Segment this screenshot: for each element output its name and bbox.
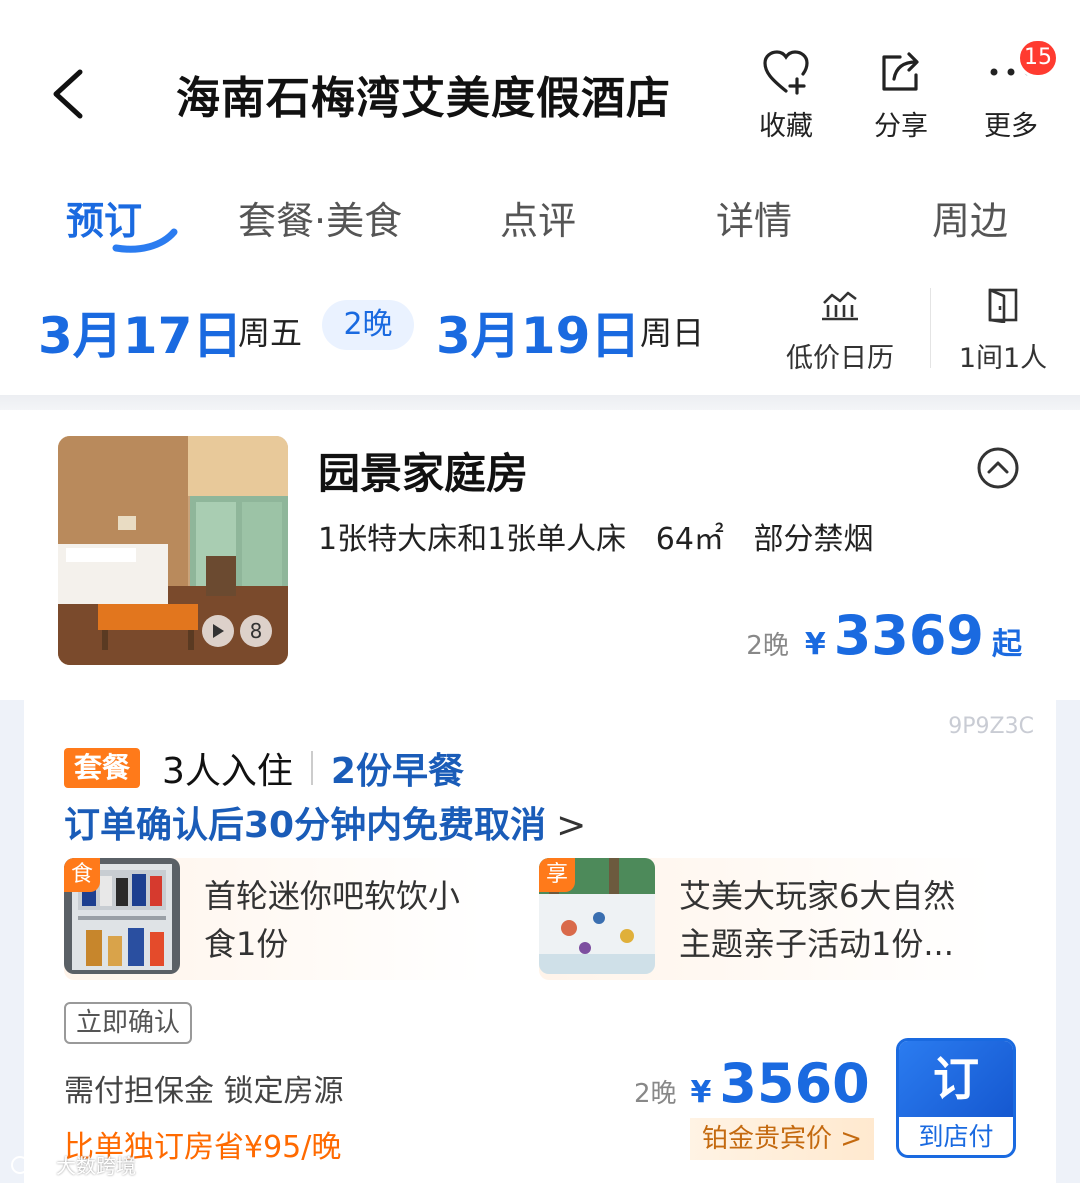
checkout-date[interactable]: 3月19日 <box>436 296 640 368</box>
instant-confirm-tag: 立即确认 <box>64 1002 193 1044</box>
package-price: 2晚 ¥ 3560 <box>634 1052 870 1115</box>
favorite-label: 收藏 <box>759 111 813 142</box>
deposit-note: 需付担保金 锁定房源 <box>64 1074 344 1109</box>
perk-minibar-line2: 食1份 <box>204 925 289 963</box>
perk-kids-badge: 享 <box>539 858 575 892</box>
package-tag: 套餐 <box>64 748 141 788</box>
tab-details[interactable]: 详情 <box>716 190 792 245</box>
package-section: 9P9Z3C 套餐 3人入住 2份早餐 订单确认后30分钟内免费取消 > 食 首… <box>0 700 1080 1183</box>
perk-kids-text: 艾美大玩家6大自然 主题亲子活动1份... <box>679 872 955 968</box>
collapse-button[interactable] <box>976 446 1020 490</box>
package-breakfast: 2份早餐 <box>330 751 464 792</box>
room-price: 2晚 ¥ 3369 起 <box>746 604 1022 667</box>
section-tabs: 预订 套餐·美食 点评 详情 周边 <box>0 180 1080 260</box>
room-specs: 1张特大床和1张单人床 64㎡ 部分禁烟 <box>318 514 893 558</box>
heart-plus-icon <box>741 46 831 98</box>
rooms-guests-button[interactable]: 1间1人 <box>955 284 1051 375</box>
active-tab-indicator <box>112 228 178 253</box>
share-icon <box>856 46 946 98</box>
top-bar: 海南石梅湾艾美度假酒店 收藏 分享 更多 15 <box>0 0 1080 160</box>
media-badge: 8 <box>202 615 272 647</box>
room-price-suffix: 起 <box>992 627 1022 662</box>
hotel-title: 海南石梅湾艾美度假酒店 <box>176 73 671 124</box>
bed-spec: 1张特大床和1张单人床 <box>318 522 627 557</box>
room-card[interactable]: 8 园景家庭房 1张特大床和1张单人床 64㎡ 部分禁烟 2晚 ¥ 3369 起 <box>0 410 1080 700</box>
play-icon <box>202 615 234 647</box>
perk-minibar-text: 首轮迷你吧软饮小 食1份 <box>204 872 460 968</box>
checkin-weekday: 周五 <box>238 314 303 352</box>
tab-reviews[interactable]: 点评 <box>500 190 576 245</box>
package-price-currency: ¥ <box>690 1075 712 1110</box>
package-guests: 3人入住 <box>162 751 293 792</box>
chevron-right-icon: > <box>556 805 587 846</box>
more-label: 更多 <box>984 111 1038 142</box>
smoking-spec: 部分禁烟 <box>753 522 874 557</box>
chevron-right-icon: > <box>840 1124 863 1154</box>
photo-count: 8 <box>240 615 272 647</box>
room-price-currency: ¥ <box>804 627 826 662</box>
checkin-date[interactable]: 3月17日 <box>38 296 242 368</box>
package-price-amount: 3560 <box>719 1052 870 1115</box>
divider <box>310 751 313 785</box>
nights-count: 2晚 <box>322 300 414 350</box>
perk-kids-image: 享 <box>539 858 655 974</box>
package-price-nights: 2晚 <box>634 1079 677 1109</box>
low-price-calendar-button[interactable]: 低价日历 <box>780 284 900 375</box>
watermark-text: 大数跨境 <box>56 1154 136 1178</box>
date-selector[interactable]: 3月17日 周五 2晚 3月19日 周日 低价日历 1间1人 <box>0 270 1080 395</box>
perk-kids-line1: 艾美大玩家6大自然 <box>679 877 956 915</box>
perk-kids-line2: 主题亲子活动1份... <box>679 925 954 963</box>
share-button[interactable]: 分享 <box>856 46 946 143</box>
chevron-left-icon <box>53 69 83 119</box>
favorite-button[interactable]: 收藏 <box>741 46 831 143</box>
room-photo[interactable]: 8 <box>58 436 288 665</box>
platinum-price-label: 铂金贵宾价 <box>702 1124 833 1154</box>
cancel-policy-link[interactable]: 订单确认后30分钟内免费取消 > <box>64 796 586 848</box>
tab-package-dining[interactable]: 套餐·美食 <box>238 190 402 245</box>
divider <box>930 288 931 368</box>
perk-minibar[interactable]: 食 首轮迷你吧软饮小 食1份 <box>64 858 504 980</box>
area-spec: 64㎡ <box>655 522 724 557</box>
cancel-policy-text: 订单确认后30分钟内免费取消 <box>64 805 547 846</box>
room-price-nights: 2晚 <box>746 631 789 661</box>
watermark: 大数跨境 <box>10 1150 136 1179</box>
perk-kids-activities[interactable]: 享 艾美大玩家6大自然 主题亲子活动1份... <box>539 858 1017 980</box>
book-button-label: 订 <box>899 1041 1013 1117</box>
low-price-calendar-label: 低价日历 <box>786 343 894 374</box>
pay-at-hotel-label: 到店付 <box>918 1122 994 1151</box>
back-button[interactable] <box>42 62 98 126</box>
perk-minibar-badge: 食 <box>64 858 100 892</box>
watermark-logo-icon <box>11 1155 49 1174</box>
book-button[interactable]: 订 到店付 <box>896 1038 1016 1158</box>
package-code: 9P9Z3C <box>948 714 1034 739</box>
perk-minibar-line1: 首轮迷你吧软饮小 <box>204 877 461 915</box>
notification-badge: 15 <box>1017 38 1059 78</box>
price-chart-icon <box>780 284 900 326</box>
platinum-price-link[interactable]: 铂金贵宾价 > <box>690 1118 875 1160</box>
room-name: 园景家庭房 <box>318 449 529 498</box>
share-label: 分享 <box>874 111 928 142</box>
chevron-up-circle-icon <box>977 447 1019 489</box>
door-icon <box>955 284 1051 326</box>
package-header: 套餐 3人入住 2份早餐 <box>64 742 464 794</box>
checkout-weekday: 周日 <box>640 314 705 352</box>
perk-minibar-image: 食 <box>64 858 180 974</box>
rooms-guests-label: 1间1人 <box>958 343 1048 374</box>
tab-nearby[interactable]: 周边 <box>932 190 1008 245</box>
package-card[interactable]: 9P9Z3C 套餐 3人入住 2份早餐 订单确认后30分钟内免费取消 > 食 首… <box>24 700 1056 1183</box>
room-price-amount: 3369 <box>833 604 984 667</box>
